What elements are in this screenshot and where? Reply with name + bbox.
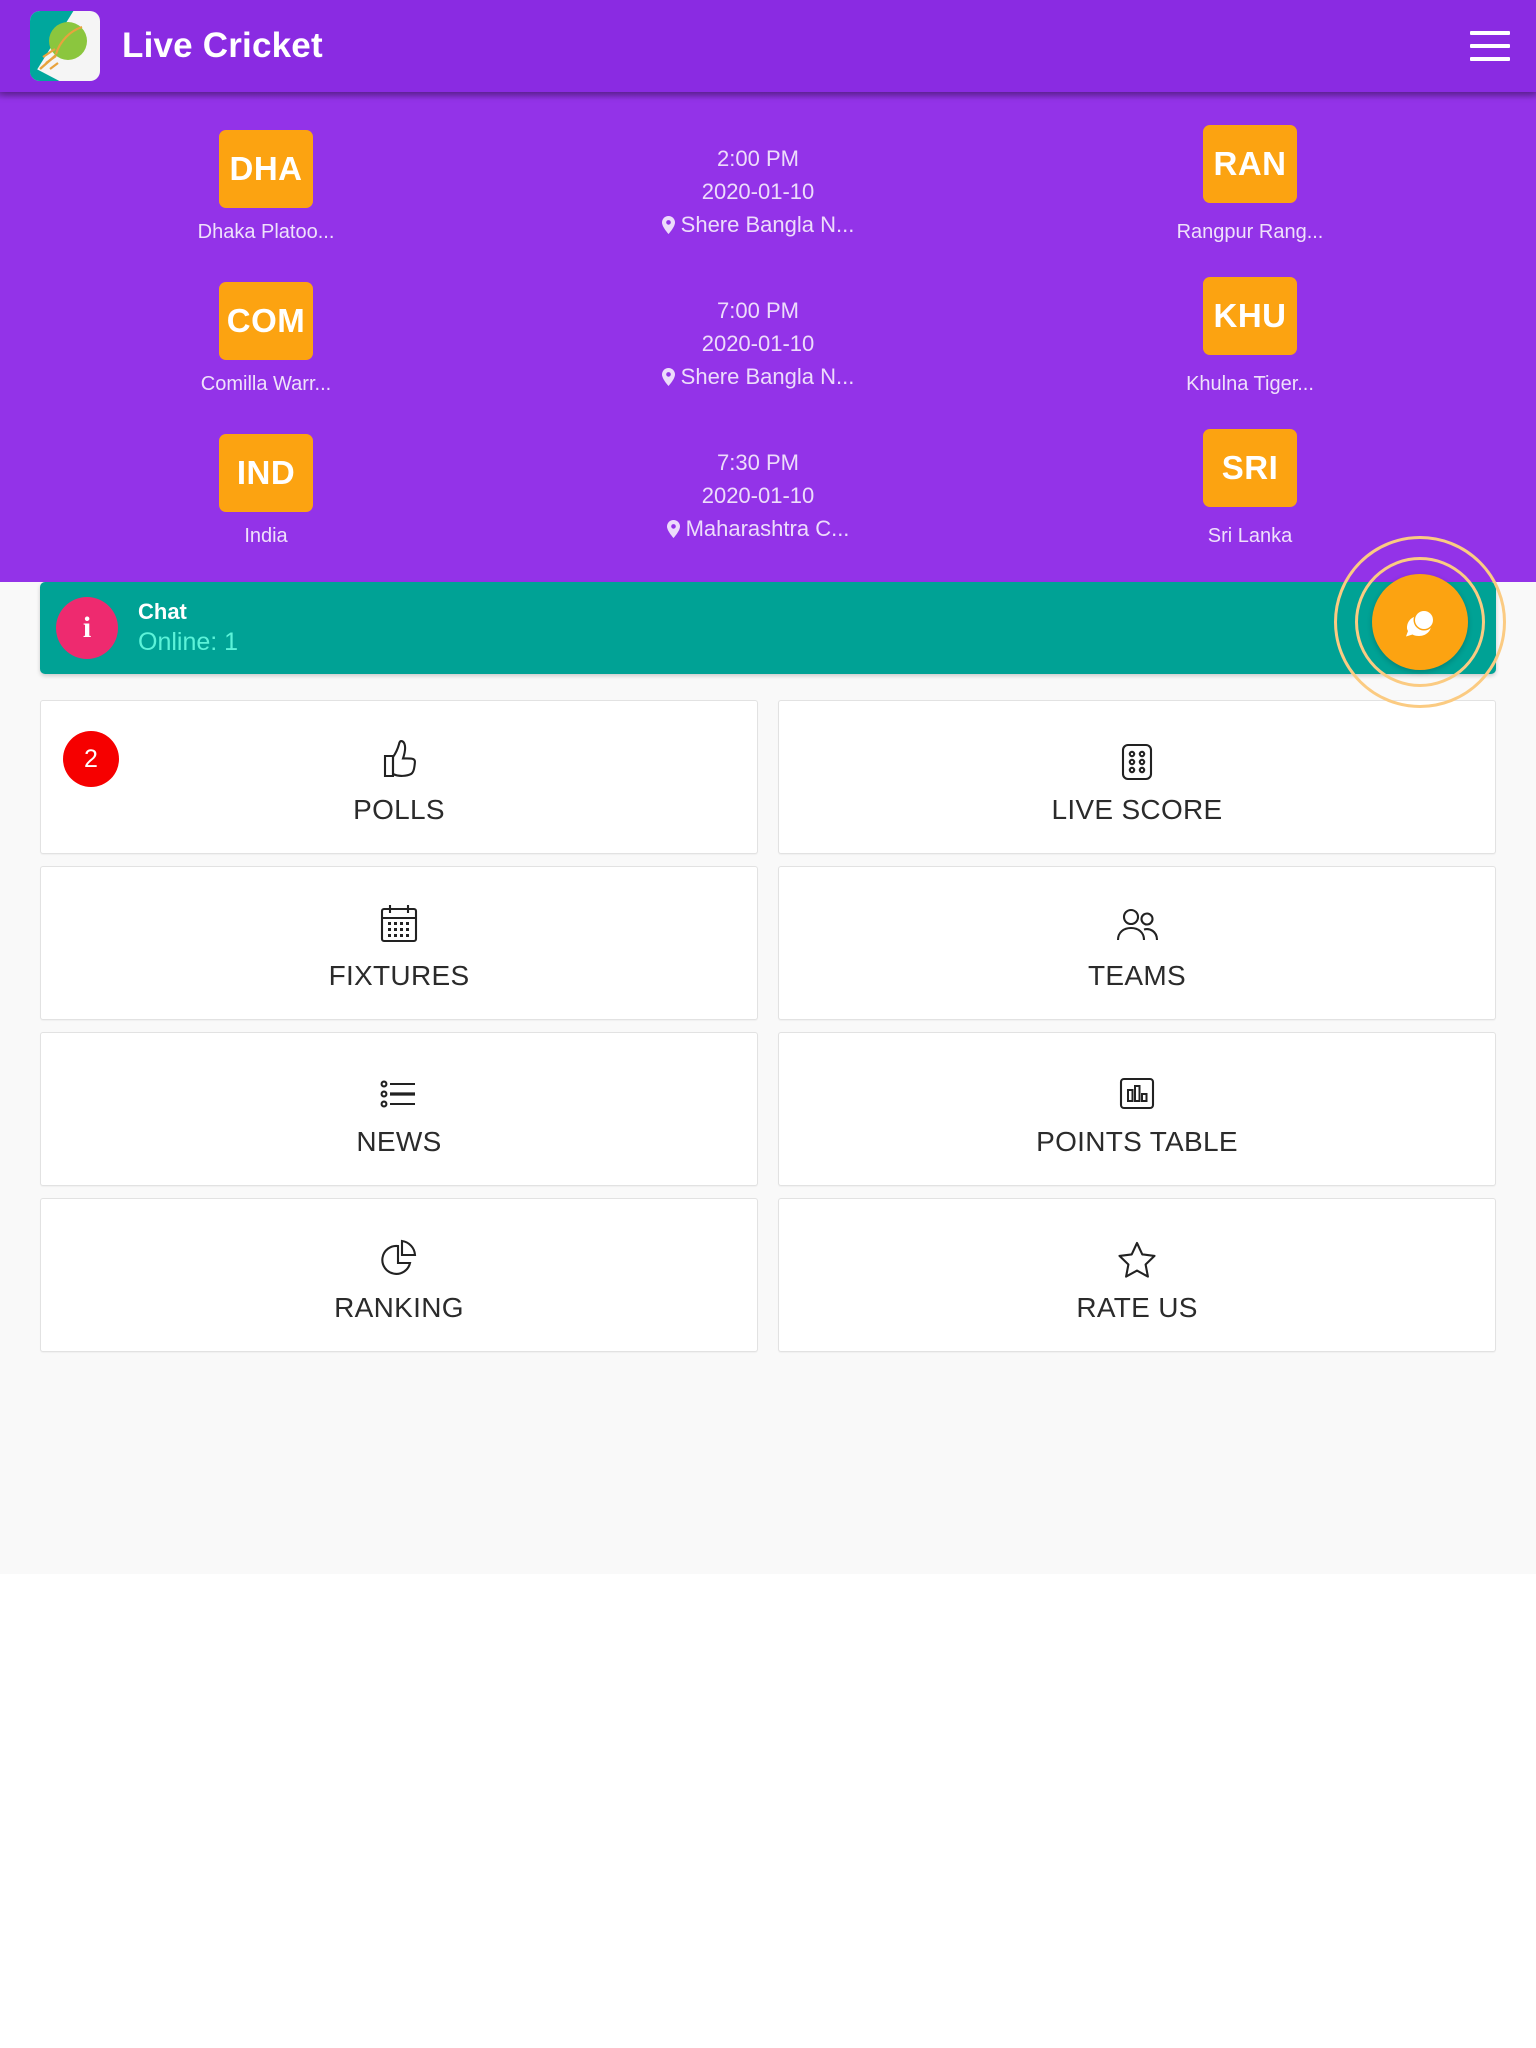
app-header: Live Cricket (0, 0, 1536, 92)
menu-tile-label: POINTS TABLE (1036, 1126, 1238, 1157)
home-team: IND India (116, 434, 416, 548)
chat-bar[interactable]: i Chat Online: 1 (40, 582, 1496, 674)
match-meta: 7:30 PM 2020-01-10 Maharashtra C... (416, 434, 1100, 547)
match-row[interactable]: IND India 7:30 PM 2020-01-10 Maharashtra… (0, 426, 1536, 578)
team-name: Khulna Tiger... (1186, 373, 1314, 395)
cricket-ball-logo (30, 11, 100, 81)
page-title: Live Cricket (122, 26, 323, 65)
match-date: 2020-01-10 (701, 331, 815, 356)
menu-tile-label: TEAMS (1088, 960, 1186, 991)
pie-chart-icon (375, 1226, 423, 1282)
menu-tile-label: RATE US (1076, 1292, 1198, 1323)
chat-title: Chat (138, 598, 187, 624)
team-badge: SRI (1203, 429, 1297, 507)
people-icon (1111, 894, 1163, 950)
team-badge: DHA (219, 130, 313, 208)
match-time: 2:00 PM (717, 146, 799, 171)
match-row[interactable]: COM Comilla Warr... 7:00 PM 2020-01-10 S… (0, 274, 1536, 426)
venue-label: Shere Bangla N... (680, 364, 855, 389)
dice-dots-icon (1115, 728, 1159, 784)
bar-chart-icon (1114, 1060, 1160, 1116)
menu-tile-news[interactable]: NEWS (40, 1032, 758, 1186)
location-pin-icon (661, 215, 675, 234)
menu-tile-teams[interactable]: TEAMS (778, 866, 1496, 1020)
match-venue: Maharashtra C... (666, 512, 850, 545)
away-team: SRI Sri Lanka (1100, 429, 1400, 548)
thumbs-up-icon (373, 728, 425, 784)
menu-grid: 2 POLLS LIVE SCORE FIXTURES TEAMS NEWS P… (40, 700, 1496, 1352)
menu-tile-fixtures[interactable]: FIXTURES (40, 866, 758, 1020)
match-row[interactable]: DHA Dhaka Platoo... 2:00 PM 2020-01-10 S… (0, 122, 1536, 274)
venue-label: Maharashtra C... (685, 516, 850, 541)
away-team: KHU Khulna Tiger... (1100, 277, 1400, 396)
team-badge: RAN (1203, 125, 1297, 203)
team-badge: IND (219, 434, 313, 512)
menu-tile-label: POLLS (353, 794, 445, 825)
venue-label: Shere Bangla N... (680, 212, 855, 237)
star-icon (1113, 1226, 1161, 1282)
menu-tile-label: RANKING (334, 1292, 464, 1323)
away-team: RAN Rangpur Rang... (1100, 125, 1400, 244)
team-name: India (244, 525, 288, 547)
menu-tile-label: FIXTURES (328, 960, 470, 991)
polls-badge-count: 2 (63, 731, 119, 787)
home-team: DHA Dhaka Platoo... (116, 130, 416, 244)
chat-fab-container (1332, 534, 1508, 710)
menu-tile-polls[interactable]: 2 POLLS (40, 700, 758, 854)
chat-bubble-icon (1406, 609, 1435, 637)
chat-online-count: Online: 1 (138, 628, 239, 657)
match-meta: 7:00 PM 2020-01-10 Shere Bangla N... (416, 282, 1100, 395)
team-badge: KHU (1203, 277, 1297, 355)
location-pin-icon (666, 519, 680, 538)
matches-panel: DHA Dhaka Platoo... 2:00 PM 2020-01-10 S… (0, 92, 1536, 582)
team-name: Rangpur Rang... (1176, 221, 1324, 243)
team-badge: COM (219, 282, 313, 360)
menu-tile-label: NEWS (356, 1126, 442, 1157)
match-time: 7:30 PM (717, 450, 799, 475)
menu-tile-rate-us[interactable]: RATE US (778, 1198, 1496, 1352)
menu-section: 2 POLLS LIVE SCORE FIXTURES TEAMS NEWS P… (0, 674, 1536, 1574)
calendar-icon (374, 894, 424, 950)
location-pin-icon (661, 367, 675, 386)
home-team: COM Comilla Warr... (116, 282, 416, 396)
chat-fab-button[interactable] (1372, 574, 1468, 670)
match-venue: Shere Bangla N... (661, 208, 855, 241)
chat-bar-container: i Chat Online: 1 (0, 536, 1536, 708)
match-venue: Shere Bangla N... (661, 360, 855, 393)
team-name: Sri Lanka (1207, 525, 1293, 547)
menu-tile-live-score[interactable]: LIVE SCORE (778, 700, 1496, 854)
hamburger-menu-icon[interactable] (1470, 31, 1510, 61)
bullet-list-icon (375, 1060, 423, 1116)
match-date: 2020-01-10 (701, 179, 815, 204)
team-name: Dhaka Platoo... (197, 221, 335, 243)
info-icon[interactable]: i (56, 597, 118, 659)
match-time: 7:00 PM (717, 298, 799, 323)
menu-tile-points-table[interactable]: POINTS TABLE (778, 1032, 1496, 1186)
match-meta: 2:00 PM 2020-01-10 Shere Bangla N... (416, 130, 1100, 243)
menu-tile-ranking[interactable]: RANKING (40, 1198, 758, 1352)
menu-tile-label: LIVE SCORE (1051, 794, 1223, 825)
match-date: 2020-01-10 (701, 483, 815, 508)
team-name: Comilla Warr... (200, 373, 332, 395)
